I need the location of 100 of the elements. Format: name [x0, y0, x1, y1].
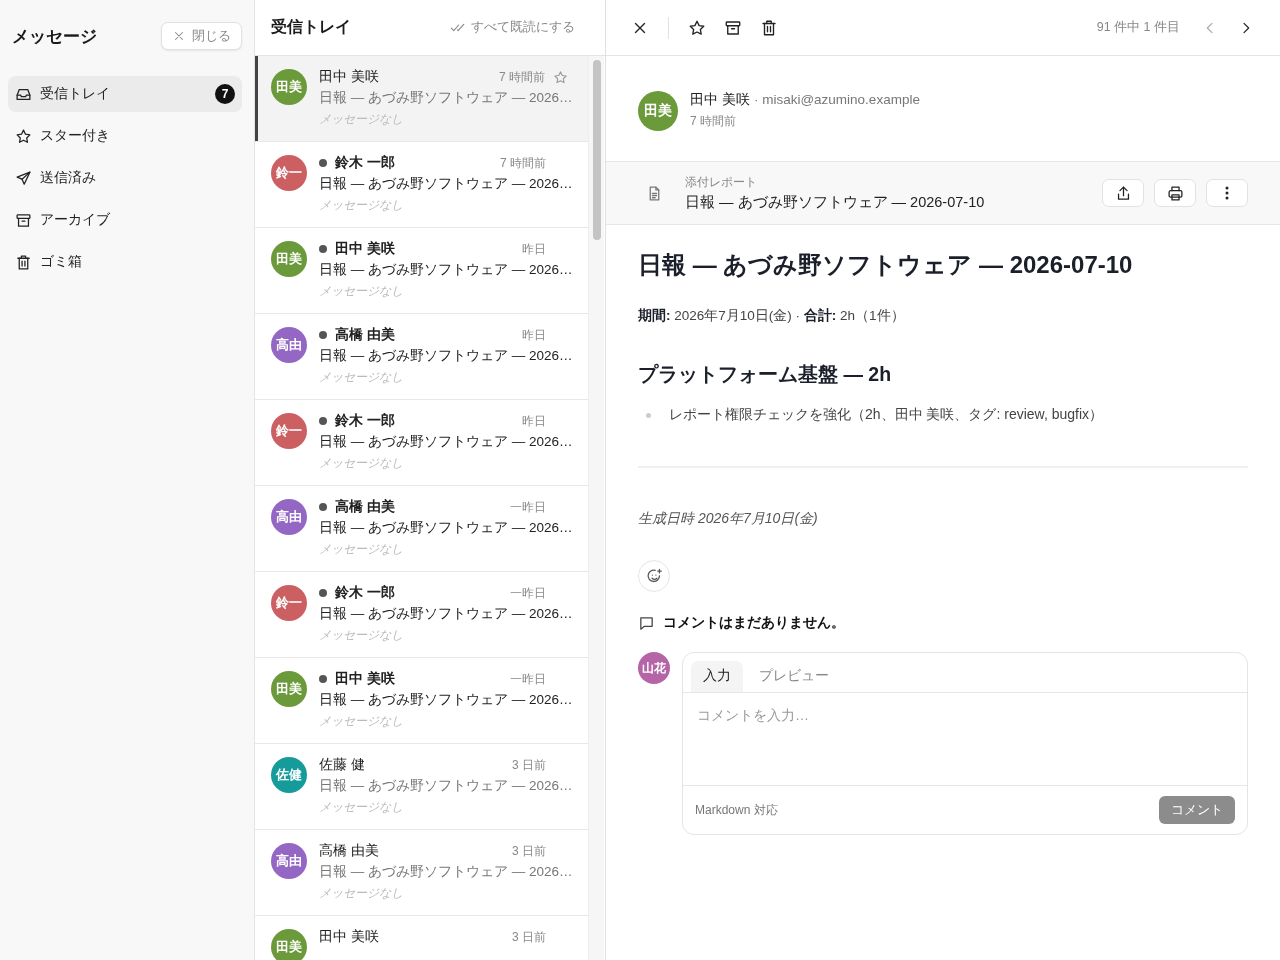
- message-preview: メッセージなし: [319, 197, 404, 214]
- avatar: 高由: [271, 843, 307, 879]
- sender-name: 鈴木 一郎: [335, 584, 396, 602]
- avatar: 鈴一: [271, 155, 307, 191]
- message-time: 7 時間前: [499, 68, 545, 86]
- send-icon: [15, 169, 32, 187]
- close-icon: [172, 29, 186, 43]
- attachment-title: 日報 — あづみ野ソフトウェア — 2026-07-10: [685, 193, 986, 212]
- avatar: 田美: [271, 241, 307, 277]
- message-item[interactable]: 田美 田中 美咲 3 日前: [255, 916, 588, 960]
- sender-name: 鈴木 一郎: [335, 154, 396, 172]
- message-preview: メッセージなし: [319, 283, 404, 300]
- sender-name: 高橋 由美: [335, 326, 396, 344]
- comment-editor[interactable]: 入力 プレビュー コメントを入力… Markdown 対応 コメント: [682, 652, 1248, 835]
- message-time: 一昨日: [510, 584, 546, 602]
- sender-name: 田中 美咲: [319, 68, 380, 86]
- message-time: 3 日前: [512, 756, 546, 774]
- generated-date: 生成日時 2026年7月10日(金): [638, 510, 819, 528]
- message-time: 一昨日: [510, 670, 546, 688]
- sender-name: 鈴木 一郎: [335, 412, 396, 430]
- message-time: 昨日: [522, 412, 546, 430]
- message-preview: メッセージなし: [319, 541, 404, 558]
- close-button[interactable]: 閉じる: [161, 22, 242, 50]
- message-item[interactable]: 鈴一 鈴木 一郎 昨日 日報 — あづみ野ソフトウェア — 2026… メッセージなし: [255, 400, 588, 486]
- unread-dot: [319, 589, 327, 597]
- message-position: 91 件中 1 件目: [1096, 19, 1180, 36]
- count-badge: 7: [215, 84, 235, 104]
- bullet-dot: [646, 412, 651, 418]
- message-item[interactable]: 鈴一 鈴木 一郎 7 時間前 日報 — あづみ野ソフトウェア — 2026… メッセージなし: [255, 142, 588, 228]
- trash-icon: [760, 18, 778, 37]
- message-preview: メッセージなし: [319, 713, 404, 730]
- message-item[interactable]: 佐健 佐藤 健 3 日前 日報 — あづみ野ソフトウェア — 2026… メッセージなし: [255, 744, 588, 830]
- avatar: 田美: [271, 69, 307, 105]
- message-time: 一昨日: [510, 498, 546, 516]
- unread-dot: [319, 503, 327, 511]
- mark-all-read-button[interactable]: すべて既読にする: [450, 19, 589, 36]
- section-heading: プラットフォーム基盤 — 2h: [638, 362, 893, 387]
- star-icon[interactable]: [553, 69, 568, 85]
- unread-dot: [319, 675, 327, 683]
- empty-comments-text: コメントはまだありません。: [663, 614, 845, 632]
- report-title: 日報 — あづみ野ソフトウェア — 2026-07-10: [638, 250, 1134, 280]
- message-preview: メッセージなし: [319, 799, 404, 816]
- more-icon: [1225, 186, 1229, 200]
- message-item[interactable]: 高由 高橋 由美 昨日 日報 — あづみ野ソフトウェア — 2026… メッセージなし: [255, 314, 588, 400]
- avatar: 田美: [638, 91, 678, 131]
- add-emoji-icon: [645, 567, 663, 585]
- message-preview: メッセージなし: [319, 455, 404, 472]
- nav-item[interactable]: スター付き: [8, 118, 242, 154]
- message-item[interactable]: 田美 田中 美咲 昨日 日報 — あづみ野ソフトウェア — 2026… メッセージなし: [255, 228, 588, 314]
- message-preview: メッセージなし: [319, 627, 404, 644]
- avatar: 高由: [271, 327, 307, 363]
- comment-icon: [638, 614, 655, 632]
- markdown-hint: Markdown 対応: [695, 801, 778, 819]
- nav-item[interactable]: 送信済み: [8, 160, 242, 196]
- avatar: 鈴一: [271, 585, 307, 621]
- message-time: 昨日: [522, 240, 546, 258]
- message-time: 昨日: [522, 326, 546, 344]
- message-item[interactable]: 鈴一 鈴木 一郎 一昨日 日報 — あづみ野ソフトウェア — 2026… メッセージなし: [255, 572, 588, 658]
- message-preview: メッセージなし: [319, 885, 404, 902]
- avatar: 田美: [271, 929, 307, 960]
- avatar: 田美: [271, 671, 307, 707]
- sender-name: 佐藤 健: [319, 756, 366, 774]
- editor-tab[interactable]: 入力: [691, 661, 743, 692]
- list-title: 受信トレイ: [271, 17, 351, 37]
- trash-icon: [15, 253, 32, 271]
- unread-dot: [319, 331, 327, 339]
- share-button[interactable]: [1102, 179, 1144, 207]
- sender-name: 田中 美咲: [319, 928, 380, 946]
- avatar: 鈴一: [271, 413, 307, 449]
- archive-icon: [724, 18, 742, 37]
- avatar: 高由: [271, 499, 307, 535]
- scrollbar-thumb[interactable]: [592, 60, 601, 240]
- sidebar-title: メッセージ: [12, 25, 97, 48]
- printer-icon: [1166, 184, 1184, 202]
- sender-name: 田中 美咲: [690, 90, 750, 107]
- message-time: 7 時間前: [500, 154, 546, 172]
- attachment-label: 添付レポート: [685, 174, 758, 191]
- star-icon: [688, 18, 706, 37]
- avatar: 山花: [638, 652, 670, 684]
- nav-item[interactable]: 受信トレイ 7: [8, 76, 242, 112]
- message-item[interactable]: 田美 田中 美咲 一昨日 日報 — あづみ野ソフトウェア — 2026… メッセージなし: [255, 658, 588, 744]
- report-summary: 期間: 2026年7月10日(金) · 合計: 2h（1件）: [638, 307, 906, 325]
- message-preview: メッセージなし: [319, 369, 404, 386]
- nav-item[interactable]: アーカイブ: [8, 202, 242, 238]
- nav-item[interactable]: ゴミ箱: [8, 244, 242, 280]
- editor-tab[interactable]: プレビュー: [747, 661, 841, 692]
- message-item[interactable]: 高由 高橋 由美 3 日前 日報 — あづみ野ソフトウェア — 2026… メッセージなし: [255, 830, 588, 916]
- print-button[interactable]: [1154, 179, 1196, 207]
- avatar: 佐健: [271, 757, 307, 793]
- sender-name: 田中 美咲: [335, 670, 396, 688]
- message-item[interactable]: 高由 高橋 由美 一昨日 日報 — あづみ野ソフトウェア — 2026… メッセージなし: [255, 486, 588, 572]
- add-reaction-button[interactable]: [638, 560, 670, 592]
- message-time: 3 日前: [512, 842, 546, 860]
- list-item-text: レポート権限チェックを強化（2h、田中 美咲、タグ: review, bugfix）: [669, 406, 1104, 424]
- unread-dot: [319, 417, 327, 425]
- sender-name: 田中 美咲: [335, 240, 396, 258]
- unread-dot: [319, 159, 327, 167]
- star-icon: [15, 127, 32, 145]
- message-time: 3 日前: [512, 928, 546, 946]
- sender-name: 高橋 由美: [319, 842, 380, 860]
